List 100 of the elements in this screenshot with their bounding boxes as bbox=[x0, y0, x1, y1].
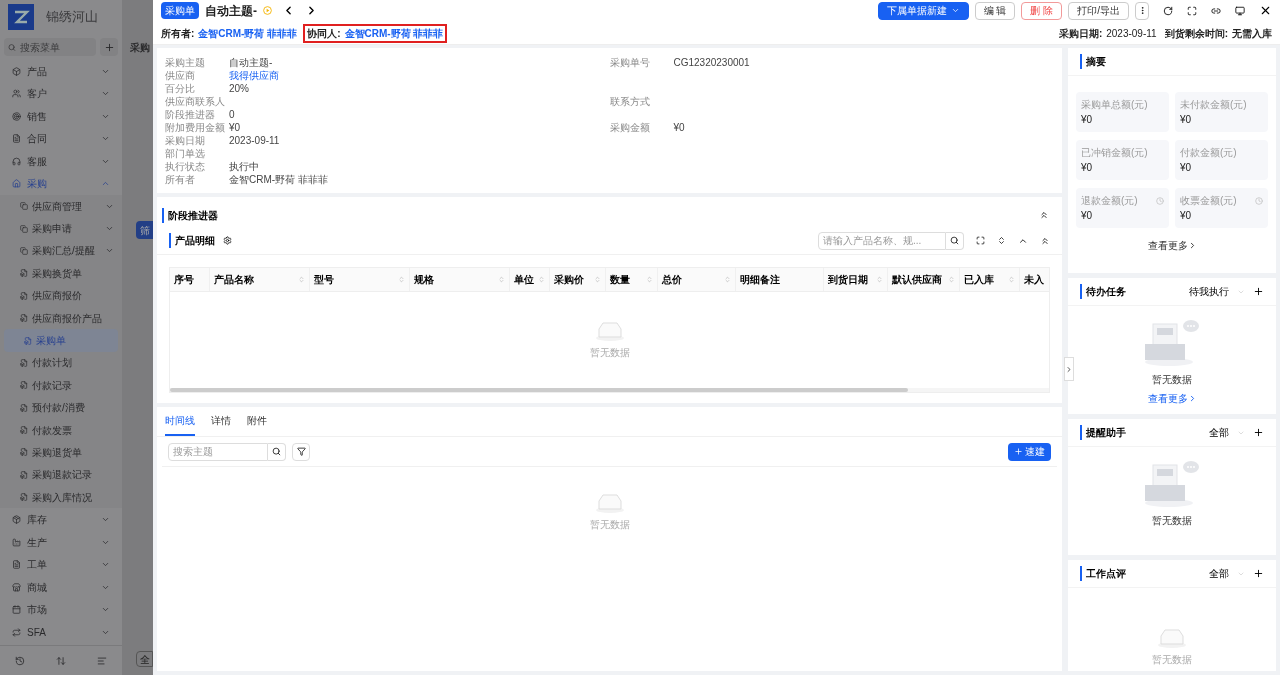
submenu-item[interactable]: 预付款/消费 bbox=[0, 396, 122, 419]
action-button[interactable]: 打印/导出 bbox=[1068, 1, 1129, 20]
submenu-item[interactable]: 采购单 bbox=[4, 329, 118, 352]
folder-icon bbox=[20, 246, 28, 255]
view-more-link[interactable]: 查看更多 bbox=[1147, 238, 1197, 253]
submenu-item[interactable]: 采购汇总/提醒 bbox=[0, 239, 122, 263]
collapse-all-icon[interactable] bbox=[1040, 235, 1050, 246]
menu-item[interactable]: 客户 bbox=[0, 82, 122, 105]
action-button[interactable]: 下属单据新建 bbox=[877, 1, 969, 20]
quick-create-button[interactable]: 速建 bbox=[1008, 442, 1051, 461]
stat-value: ¥0 bbox=[1081, 209, 1094, 223]
field-label: 执行状态 bbox=[165, 160, 206, 174]
add-icon[interactable] bbox=[1253, 286, 1264, 297]
field-value: 2023-09-11 bbox=[229, 134, 280, 148]
fullscreen-icon[interactable] bbox=[1187, 5, 1197, 16]
filter-dropdown[interactable]: 待我执行 bbox=[1189, 284, 1245, 299]
menu-item[interactable]: 生产 bbox=[0, 530, 122, 554]
submenu-item[interactable]: 付款计划 bbox=[0, 351, 122, 375]
fullscreen-icon[interactable] bbox=[976, 236, 985, 245]
sort-icon[interactable] bbox=[56, 655, 66, 666]
collaborator-link[interactable]: 金智CRM-野荷 菲菲菲 bbox=[344, 25, 444, 41]
submenu-item[interactable]: 采购换货单 bbox=[0, 262, 122, 285]
filter-button[interactable]: 筛 bbox=[136, 221, 153, 239]
search-button[interactable] bbox=[946, 231, 964, 250]
filter-button[interactable] bbox=[292, 442, 310, 461]
submenu-item[interactable]: 采购退货单 bbox=[0, 441, 122, 464]
view-more-link[interactable]: 查看更多 bbox=[1147, 391, 1197, 406]
link-icon[interactable] bbox=[1211, 5, 1221, 16]
submenu-item[interactable]: 供应商管理 bbox=[0, 195, 122, 218]
menu-item[interactable]: 客服 bbox=[0, 150, 122, 173]
menu-item[interactable]: 销售 bbox=[0, 105, 122, 128]
submenu-item[interactable]: 采购退款记录 bbox=[0, 463, 122, 487]
refresh-icon[interactable] bbox=[1163, 5, 1173, 16]
more-button[interactable] bbox=[1135, 1, 1149, 20]
submenu-item[interactable]: 供应商报价 bbox=[0, 284, 122, 307]
menu-item[interactable]: SFA bbox=[0, 620, 122, 644]
tab[interactable]: 时间线 bbox=[165, 413, 195, 436]
menu-item[interactable]: 合同 bbox=[0, 127, 122, 150]
expand-panel-handle[interactable] bbox=[1064, 357, 1074, 381]
action-button[interactable]: 删 除 bbox=[1021, 1, 1063, 20]
submenu-item[interactable]: 付款发票 bbox=[0, 418, 122, 442]
search-icon bbox=[8, 42, 16, 52]
column-header[interactable]: 型号 bbox=[310, 268, 410, 291]
scrollbar[interactable] bbox=[170, 388, 909, 392]
tab[interactable]: 附件 bbox=[247, 413, 267, 436]
filter-dropdown[interactable]: 全部 bbox=[1209, 566, 1245, 581]
submenu-item[interactable]: 付款记录 bbox=[0, 374, 122, 397]
product-search-field[interactable]: 请输入产品名称、规... bbox=[818, 231, 946, 250]
column-header[interactable]: 未入 bbox=[1020, 268, 1049, 291]
owner-link[interactable]: 金智CRM-野荷 菲菲菲 bbox=[198, 25, 298, 41]
tab[interactable]: 详情 bbox=[211, 413, 231, 436]
filter-dropdown[interactable]: 全部 bbox=[1209, 425, 1245, 440]
remaining-value: 无需入库 bbox=[1232, 26, 1272, 41]
menu-item[interactable]: 工单 bbox=[0, 553, 122, 576]
add-icon[interactable] bbox=[1253, 427, 1264, 438]
empty-text: 暂无数据 bbox=[1152, 653, 1192, 667]
field-label: 附加费用金额 bbox=[165, 121, 226, 135]
submenu-item[interactable]: 采购申请 bbox=[0, 217, 122, 240]
column-header[interactable]: 已入库 bbox=[960, 268, 1020, 291]
column-header[interactable]: 默认供应商 bbox=[888, 268, 960, 291]
add-button[interactable] bbox=[100, 38, 118, 56]
close-icon[interactable] bbox=[1259, 4, 1272, 17]
card-title: 待办任务 bbox=[1080, 284, 1189, 299]
column-header[interactable]: 规格 bbox=[410, 268, 510, 291]
expand-rows-icon[interactable] bbox=[997, 236, 1006, 245]
sort-icon bbox=[1008, 276, 1015, 283]
date-label: 采购日期: bbox=[1058, 26, 1103, 41]
column-header[interactable]: 数量 bbox=[606, 268, 658, 291]
settings-icon[interactable] bbox=[223, 236, 232, 245]
column-header[interactable]: 明细备注 bbox=[736, 268, 824, 291]
field-label: 阶段推进器 bbox=[165, 108, 216, 122]
collapse-icon[interactable] bbox=[1039, 210, 1049, 220]
history-icon[interactable] bbox=[15, 655, 26, 666]
monitor-icon[interactable] bbox=[1235, 5, 1245, 16]
menu-item[interactable]: 市场 bbox=[0, 598, 122, 621]
field-label: 供应商 bbox=[165, 69, 196, 83]
column-header[interactable]: 采购价 bbox=[550, 268, 606, 291]
field-link[interactable]: 我得供应商 bbox=[229, 68, 279, 83]
field-value: 0 bbox=[229, 108, 235, 122]
record-title: 自动主题- bbox=[205, 2, 257, 20]
column-header[interactable]: 到货日期 bbox=[824, 268, 888, 291]
page-icon bbox=[20, 448, 28, 457]
search-button[interactable] bbox=[268, 442, 286, 461]
add-icon[interactable] bbox=[1253, 568, 1264, 579]
menu-item[interactable]: 采购 bbox=[0, 172, 122, 195]
menu-icon bbox=[12, 89, 21, 99]
column-header[interactable]: 单位 bbox=[510, 268, 550, 291]
sort-icon bbox=[646, 276, 653, 283]
menu-item[interactable]: 产品 bbox=[0, 60, 122, 83]
menu-item[interactable]: 商城 bbox=[0, 575, 122, 599]
section-title: 阶段推进器 bbox=[162, 207, 218, 223]
action-button[interactable]: 编 辑 bbox=[974, 1, 1016, 20]
column-header[interactable]: 序号 bbox=[170, 268, 210, 291]
column-header[interactable]: 产品名称 bbox=[210, 268, 310, 291]
column-header[interactable]: 总价 bbox=[658, 268, 736, 291]
menu-item[interactable]: 库存 bbox=[0, 508, 122, 531]
submenu-item[interactable]: 采购入库情况 bbox=[0, 486, 122, 509]
topic-search-field[interactable]: 搜索主题 bbox=[168, 442, 268, 461]
submenu-item[interactable]: 供应商报价产品 bbox=[0, 306, 122, 330]
field-value: 自动主题- bbox=[229, 56, 273, 70]
